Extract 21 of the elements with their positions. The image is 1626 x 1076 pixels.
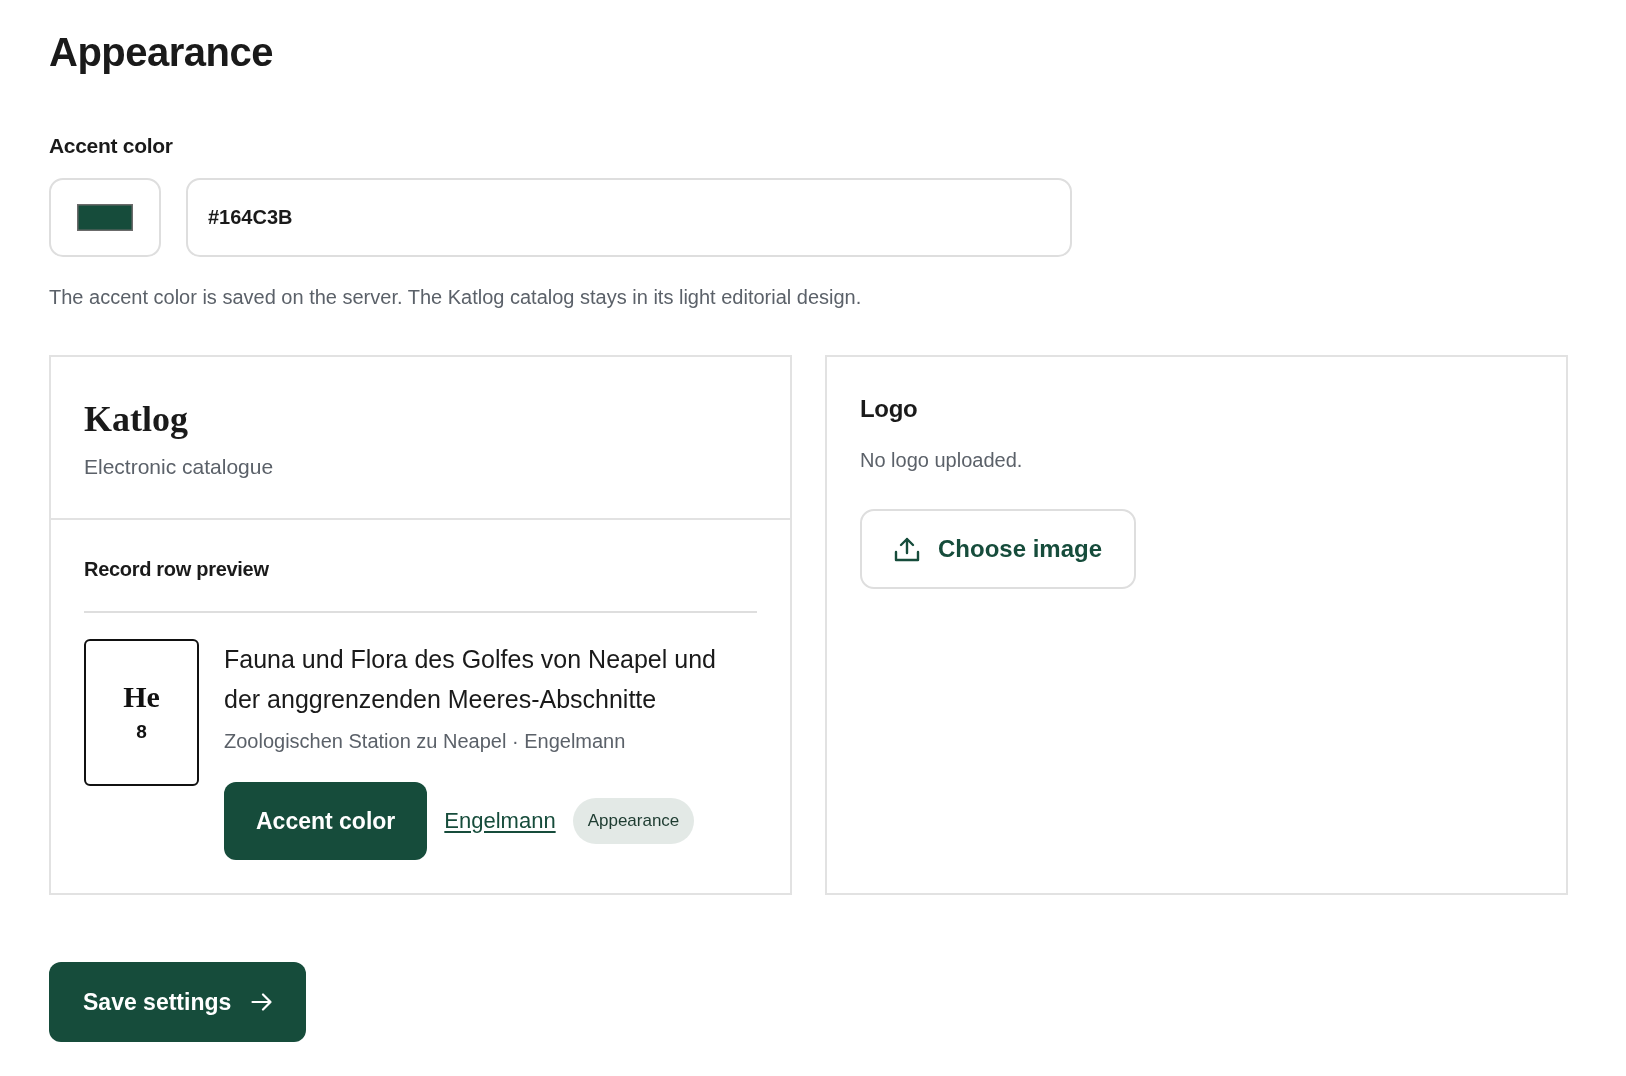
card-title: Logo xyxy=(860,394,918,424)
page-title: Appearance xyxy=(49,29,273,76)
color-picker-button[interactable] xyxy=(49,178,161,257)
publisher-link[interactable]: Engelmann xyxy=(444,807,556,835)
logo-status: No logo uploaded. xyxy=(860,448,1023,473)
save-settings-button[interactable]: Save settings xyxy=(49,962,307,1042)
brand-name: Katlog xyxy=(84,398,188,441)
arrow-right-icon xyxy=(251,993,273,1011)
call-number-letters: He xyxy=(123,681,160,713)
record-meta: Zoologischen Station zu Neapel · Engelmann xyxy=(224,729,626,754)
upload-icon xyxy=(894,536,920,562)
choose-image-button[interactable]: Choose image xyxy=(860,509,1137,589)
field-label: Accent color xyxy=(49,133,173,159)
hex-input-field[interactable]: #164C3B xyxy=(186,178,1072,257)
call-number-digit: 8 xyxy=(136,720,147,744)
accent-button[interactable]: Accent color xyxy=(224,782,428,860)
help-text: The accent color is saved on the server. The Katlog catalog stays in its light editorial design. xyxy=(49,285,862,310)
category-tag: Appearance xyxy=(572,798,695,844)
brand-tagline: Electronic catalogue xyxy=(84,454,274,480)
section-title: Record row preview xyxy=(84,557,269,582)
record-title: Fauna und Flora des Golfes von Neapel und der anggrenzenden Meeres-Abschnitte xyxy=(224,644,717,715)
